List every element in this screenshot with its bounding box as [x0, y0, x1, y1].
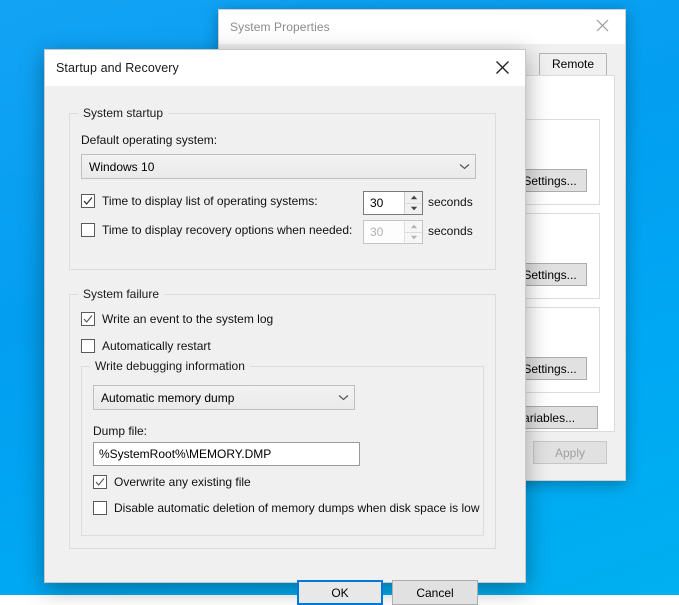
stepper-up-icon[interactable] — [405, 221, 422, 232]
close-icon[interactable] — [480, 50, 525, 85]
write-debugging-info-group: Write debugging information Automatic me… — [81, 359, 484, 536]
stepper-down-icon[interactable] — [405, 202, 422, 215]
write-event-checkbox[interactable]: Write an event to the system log — [81, 312, 273, 326]
startup-recovery-dialog[interactable]: Startup and Recovery System startup Defa… — [44, 49, 526, 605]
checkbox-unchecked-icon — [81, 339, 95, 353]
timeout-recovery-value: 30 — [370, 225, 384, 239]
timeout-recovery-checkbox[interactable]: Time to display recovery options when ne… — [81, 223, 352, 237]
timeout-os-checkbox[interactable]: Time to display list of operating system… — [81, 194, 318, 208]
dump-type-value: Automatic memory dump — [101, 390, 235, 405]
default-os-label: Default operating system: — [81, 133, 218, 147]
checkbox-checked-icon — [93, 475, 107, 489]
timeout-recovery-unit: seconds — [428, 224, 473, 238]
checkbox-checked-icon — [81, 312, 95, 326]
dump-file-label: Dump file: — [93, 424, 148, 438]
checkbox-checked-icon — [81, 194, 95, 208]
startup-recovery-titlebar[interactable]: Startup and Recovery — [45, 50, 525, 86]
dump-type-select[interactable]: Automatic memory dump — [93, 385, 355, 410]
stepper-up-icon[interactable] — [405, 192, 422, 203]
write-debugging-info-group-title: Write debugging information — [90, 359, 250, 373]
stepper-arrows[interactable] — [404, 192, 422, 214]
stepper-down-icon[interactable] — [405, 231, 422, 244]
stepper-arrows[interactable] — [404, 221, 422, 243]
apply-button[interactable]: Apply — [533, 441, 607, 464]
system-failure-group-title: System failure — [78, 287, 165, 301]
overwrite-file-checkbox[interactable]: Overwrite any existing file — [93, 475, 251, 489]
overwrite-file-label: Overwrite any existing file — [114, 475, 251, 489]
dump-file-input[interactable]: %SystemRoot%\MEMORY.DMP — [93, 442, 360, 466]
timeout-os-value: 30 — [370, 196, 384, 210]
default-os-select[interactable]: Windows 10 — [81, 154, 476, 179]
startup-recovery-title: Startup and Recovery — [56, 61, 179, 75]
tab-remote[interactable]: Remote — [539, 53, 608, 75]
disable-deletion-label: Disable automatic deletion of memory dum… — [114, 501, 480, 515]
default-os-value: Windows 10 — [89, 159, 155, 174]
close-icon[interactable] — [580, 10, 625, 40]
cancel-button[interactable]: Cancel — [392, 580, 478, 605]
disable-deletion-checkbox[interactable]: Disable automatic deletion of memory dum… — [93, 501, 480, 515]
timeout-recovery-stepper[interactable]: 30 — [363, 220, 423, 244]
checkbox-unchecked-icon — [93, 501, 107, 515]
system-properties-titlebar[interactable]: System Properties — [219, 10, 625, 44]
system-failure-group: System failure Write an event to the sys… — [69, 287, 496, 549]
checkbox-unchecked-icon — [81, 223, 95, 237]
timeout-os-label: Time to display list of operating system… — [102, 194, 318, 208]
auto-restart-checkbox[interactable]: Automatically restart — [81, 339, 211, 353]
system-properties-title: System Properties — [230, 20, 330, 34]
timeout-recovery-label: Time to display recovery options when ne… — [102, 223, 353, 237]
system-startup-group: System startup Default operating system:… — [69, 106, 496, 270]
write-event-label: Write an event to the system log — [102, 312, 274, 326]
dump-file-value: %SystemRoot%\MEMORY.DMP — [99, 447, 272, 461]
startup-recovery-body: System startup Default operating system:… — [45, 86, 525, 605]
auto-restart-label: Automatically restart — [102, 339, 211, 353]
system-startup-group-title: System startup — [78, 106, 169, 120]
chevron-down-icon — [332, 394, 354, 401]
ok-button[interactable]: OK — [297, 580, 383, 605]
timeout-os-stepper[interactable]: 30 — [363, 191, 423, 215]
chevron-down-icon — [453, 163, 475, 170]
timeout-os-unit: seconds — [428, 195, 473, 209]
